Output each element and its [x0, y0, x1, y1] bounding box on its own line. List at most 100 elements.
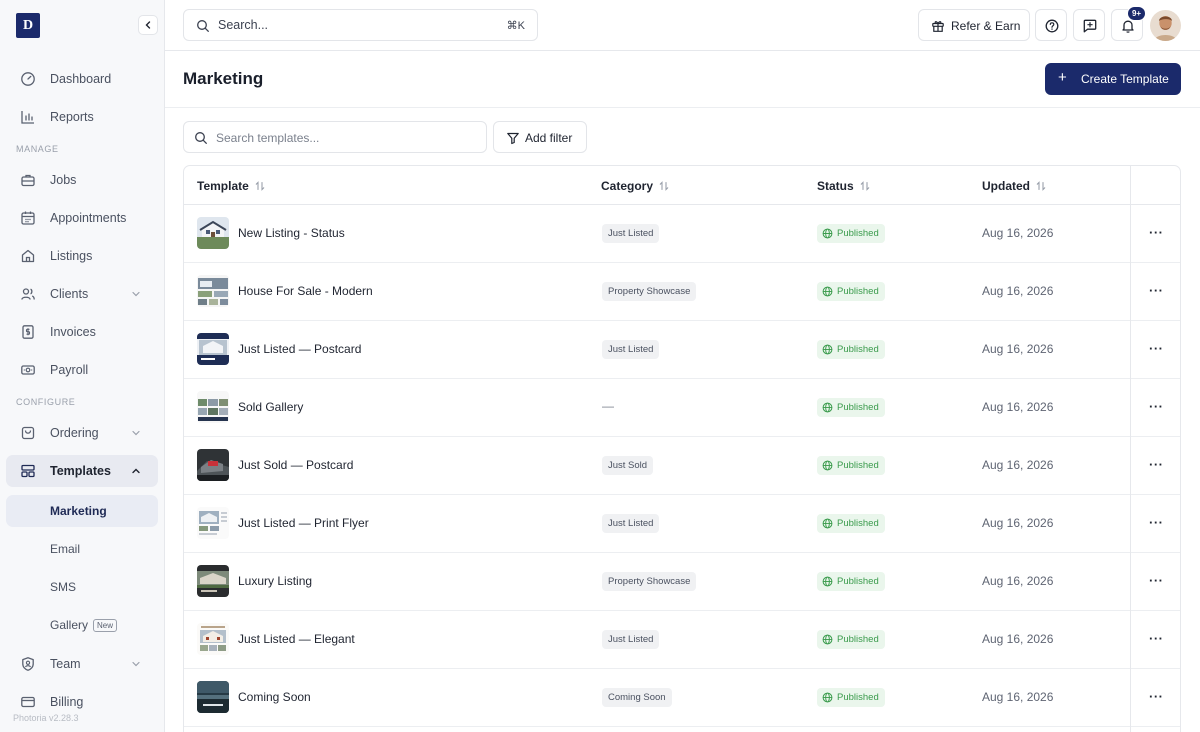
filter-icon [507, 132, 519, 145]
sidebar-item-templates[interactable]: Templates [6, 455, 158, 487]
help-button[interactable] [1035, 9, 1067, 41]
template-thumbnail [197, 565, 229, 597]
status-badge: Published [817, 514, 885, 533]
invoice-icon [22, 325, 34, 339]
status-badge: Published [817, 688, 885, 707]
sidebar-item-label: Appointments [50, 211, 127, 225]
sidebar-item-clients[interactable]: Clients [6, 278, 158, 310]
status-badge: Published [817, 572, 885, 591]
table-row[interactable]: Sold Gallery — Published Aug 16, 2026 [184, 379, 1130, 437]
status-badge: Published [817, 282, 885, 301]
updated-date: Aug 16, 2026 [982, 284, 1054, 298]
status-text: Published [837, 402, 879, 413]
column-header-status[interactable]: Status [817, 179, 870, 193]
template-search-input[interactable]: Search templates... [183, 121, 487, 153]
template-name[interactable]: New Listing - Status [238, 226, 345, 240]
feedback-button[interactable] [1073, 9, 1105, 41]
app-logo[interactable]: D [16, 13, 40, 38]
calendar-icon [21, 211, 35, 225]
table-row[interactable]: Just Listed — Postcard Just Listed Publi… [184, 321, 1130, 379]
refer-earn-button[interactable]: Refer & Earn [918, 9, 1030, 41]
template-name[interactable]: Just Sold — Postcard [238, 458, 353, 472]
sidebar-subitem-label: Email [50, 542, 81, 556]
template-name[interactable]: Just Listed — Elegant [238, 632, 355, 646]
sidebar-item-ordering[interactable]: Ordering [6, 417, 158, 449]
sidebar-item-label: Clients [50, 287, 89, 301]
sidebar-item-payroll[interactable]: Payroll [6, 354, 158, 386]
shopping-bag-icon [21, 426, 35, 440]
row-actions-button[interactable]: ··· [1131, 553, 1180, 611]
gift-icon [932, 21, 944, 32]
table-row[interactable]: House For Sale - Modern Property Showcas… [184, 263, 1130, 321]
globe-icon [822, 518, 833, 529]
template-name[interactable]: Sold Gallery [238, 400, 303, 414]
sidebar-item-invoices[interactable]: Invoices [6, 316, 158, 348]
updated-date: Aug 16, 2026 [982, 400, 1054, 414]
status-text: Published [837, 286, 879, 297]
sort-icon [659, 181, 669, 191]
template-name[interactable]: Just Listed — Print Flyer [238, 516, 369, 530]
global-search-input[interactable]: Search... ⌘K [183, 9, 538, 41]
template-name[interactable]: Luxury Listing [238, 574, 312, 588]
row-actions-button[interactable]: ··· [1131, 321, 1180, 379]
sidebar-item-appointments[interactable]: Appointments [6, 202, 158, 234]
sidebar-item-label: Jobs [50, 173, 77, 187]
notification-count-badge: 9+ [1127, 6, 1146, 21]
row-actions-button[interactable]: ··· [1131, 611, 1180, 669]
sidebar-item-label: Dashboard [50, 72, 112, 86]
sidebar-item-listings[interactable]: Listings [6, 240, 158, 272]
table-row[interactable]: Luxury Listing Property Showcase Publish… [184, 553, 1130, 611]
briefcase-icon [21, 174, 35, 187]
column-header-template[interactable]: Template [197, 179, 265, 193]
sidebar-item-label: Templates [50, 464, 111, 478]
row-actions-button[interactable]: ··· [1131, 263, 1180, 321]
sidebar-item-team[interactable]: Team [6, 648, 158, 680]
sidebar-item-dashboard[interactable]: Dashboard [6, 63, 158, 95]
row-actions-button[interactable]: ··· [1131, 495, 1180, 553]
sidebar-subitem-email[interactable]: Email [6, 533, 158, 565]
row-actions-button[interactable]: ··· [1131, 205, 1180, 263]
template-name[interactable]: House For Sale - Modern [238, 284, 373, 298]
new-badge: New [93, 619, 118, 632]
sidebar: D Dashboard Reports MANAGE Jobs Appointm… [0, 0, 165, 732]
sidebar-item-jobs[interactable]: Jobs [6, 164, 158, 196]
more-horizontal-icon: ··· [1149, 225, 1164, 240]
template-name[interactable]: Just Listed — Postcard [238, 342, 361, 356]
template-thumbnail [197, 333, 229, 365]
table-header: Template Category Status Updated [184, 166, 1180, 205]
updated-date: Aug 16, 2026 [982, 632, 1054, 646]
category-chip: Just Listed [602, 630, 660, 649]
help-circle-icon [1045, 19, 1059, 33]
category-chip: Just Listed [602, 514, 660, 533]
refer-earn-label: Refer & Earn [951, 19, 1021, 33]
column-header-updated[interactable]: Updated [982, 179, 1046, 193]
add-filter-button[interactable]: Add filter [493, 121, 587, 153]
sidebar-subitem-gallery[interactable]: Gallery New [6, 609, 158, 641]
table-row[interactable]: New Listing - Status Just Listed Publish… [184, 205, 1130, 263]
row-actions-button[interactable]: ··· [1131, 379, 1180, 437]
sidebar-subitem-marketing[interactable]: Marketing [6, 495, 158, 527]
sidebar-subitem-sms[interactable]: SMS [6, 571, 158, 603]
template-name[interactable]: Coming Soon [238, 690, 311, 704]
more-horizontal-icon: ··· [1149, 631, 1164, 646]
table-row[interactable]: Just Listed — Elegant Just Listed Publis… [184, 611, 1130, 669]
row-actions-button[interactable]: ··· [1131, 437, 1180, 495]
row-actions-button[interactable]: ··· [1131, 669, 1180, 727]
category-chip: Just Listed [602, 340, 660, 359]
table-row[interactable]: Just Sold — Postcard Just Sold Published… [184, 437, 1130, 495]
chevron-up-icon [132, 468, 140, 474]
sidebar-item-reports[interactable]: Reports [6, 101, 158, 133]
table-row[interactable]: Coming Soon Coming Soon Published Aug 16… [184, 669, 1130, 727]
template-thumbnail [197, 275, 229, 307]
template-thumbnail [197, 681, 229, 713]
user-avatar[interactable] [1150, 10, 1181, 41]
table-row[interactable]: Just Listed — Print Flyer Just Listed Pu… [184, 495, 1130, 553]
template-thumbnail [197, 217, 229, 249]
create-template-button[interactable]: + Create Template [1045, 63, 1181, 95]
avatar-image [1150, 10, 1181, 41]
collapse-sidebar-button[interactable] [138, 15, 158, 35]
column-header-label: Status [817, 179, 854, 193]
logo-letter: D [22, 17, 34, 33]
column-header-category[interactable]: Category [601, 179, 669, 193]
banknote-icon [21, 365, 35, 375]
